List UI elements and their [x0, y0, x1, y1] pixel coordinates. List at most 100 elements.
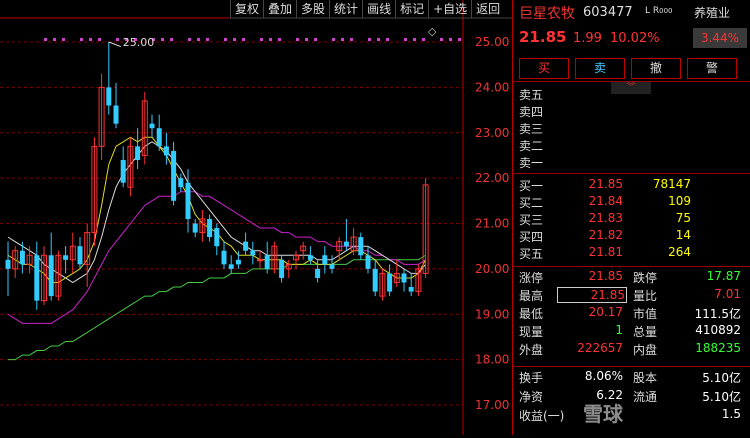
event-marker [386, 38, 389, 41]
candle-body [156, 128, 162, 147]
ask-row[interactable]: 卖二 [513, 137, 750, 154]
bid-price: 21.81 [588, 245, 623, 259]
fund-label: 股本 [633, 371, 658, 385]
ask-label: 卖三 [519, 122, 544, 136]
candle-body [264, 255, 270, 269]
event-marker [98, 38, 101, 41]
y-tick-label: 18.00 [475, 353, 509, 367]
toolbar-button[interactable]: 统计 [329, 0, 362, 18]
event-marker [44, 38, 47, 41]
event-marker [62, 38, 65, 41]
bid-row[interactable]: 买四 21.82 14 [513, 228, 750, 245]
ask-row[interactable]: 卖五 [513, 86, 750, 103]
event-marker [242, 38, 245, 41]
fund-label: 收益(一) [519, 409, 565, 423]
candle-body [343, 241, 349, 247]
stat-value: 111.5亿 [694, 307, 741, 321]
stat-value: 21.85 [588, 269, 623, 283]
bid-label: 买四 [519, 230, 544, 244]
candle-body [322, 255, 328, 265]
toolbar-button[interactable]: 画线 [362, 0, 395, 18]
stat-value: 20.17 [588, 305, 623, 319]
stat-row: 现量 1 总量 410892 [513, 323, 750, 341]
kline-chart[interactable]: 25.00 24.00 23.00 22.00 21.00 20.00 19.00 18.00… [0, 0, 512, 435]
event-marker [413, 38, 416, 41]
event-marker [296, 38, 299, 41]
candle-body [243, 241, 249, 251]
toolbar-button[interactable]: 标记 [395, 0, 428, 18]
kline-svg[interactable]: 25.00 24.00 23.00 22.00 21.00 20.00 19.00 18.00… [0, 0, 512, 435]
event-marker [404, 38, 407, 41]
y-tick-label: 22.00 [475, 171, 509, 185]
y-tick-label: 17.00 [475, 398, 509, 412]
bid-row[interactable]: 买五 21.81 264 [513, 245, 750, 262]
ask-row[interactable]: 卖三 [513, 120, 750, 137]
candle-body [228, 264, 234, 269]
y-tick-label: 23.00 [475, 126, 509, 140]
ask-row[interactable]: 卖四 [513, 103, 750, 120]
industry-change-badge[interactable]: 3.44% [693, 28, 747, 48]
event-marker [269, 38, 272, 41]
bid-label: 买二 [519, 196, 544, 210]
candle-body [401, 273, 407, 283]
toolbar-button[interactable]: +自选 [428, 0, 471, 18]
bid-volume: 78147 [652, 177, 691, 191]
cancel-order-button[interactable]: 撤 [631, 58, 681, 79]
industry-tag[interactable]: 养殖业 [694, 4, 730, 21]
stock-name[interactable]: 巨星农牧 [519, 3, 575, 23]
candle-body [106, 87, 112, 106]
stat-label: 跌停 [633, 271, 658, 285]
candle-body [185, 182, 191, 219]
fund-value: 5.10亿 [702, 371, 741, 385]
stat-value: 222657 [577, 341, 623, 355]
toolbar-button[interactable]: 返回 [471, 0, 504, 18]
bid-price: 21.83 [588, 211, 623, 225]
toolbar-button[interactable]: 复权 [230, 0, 263, 18]
buy-button[interactable]: 买 [519, 58, 569, 79]
stat-label: 最高 [519, 289, 544, 303]
stat-value: 17.87 [706, 269, 741, 283]
bid-price: 21.85 [588, 177, 623, 191]
event-marker [458, 38, 461, 41]
toolbar-button[interactable]: 叠加 [263, 0, 296, 18]
sell-button[interactable]: 卖 [575, 58, 625, 79]
stat-label: 外盘 [519, 343, 544, 357]
bid-row[interactable]: 买二 21.84 109 [513, 194, 750, 211]
price-change: 1.99 [573, 31, 602, 46]
stat-row: 最高 21.85 量比 7.01 [513, 287, 750, 305]
stat-row: 最低 20.17 市值 111.5亿 [513, 305, 750, 323]
stock-flags: L R000 [645, 6, 673, 16]
candle-body [257, 259, 263, 262]
event-marker [188, 38, 191, 41]
chart-toolbar: 复权 叠加 多股 统计 画线 标记 +自选 返回 [230, 0, 504, 18]
bid-price: 21.84 [588, 194, 623, 208]
bid-row[interactable]: 买一 21.85 78147 [513, 177, 750, 194]
candle-body [113, 105, 119, 124]
event-marker [341, 38, 344, 41]
alert-button[interactable]: 警 [687, 58, 737, 79]
bid-label: 买一 [519, 179, 544, 193]
bid-row[interactable]: 买三 21.83 75 [513, 211, 750, 228]
toolbar-button[interactable]: 多股 [296, 0, 329, 18]
event-marker [116, 38, 119, 41]
candle-body [120, 159, 126, 183]
y-tick-label: 19.00 [475, 307, 509, 321]
bid-label: 买三 [519, 213, 544, 227]
trade-buttons: 买 卖 撤 警 [519, 58, 737, 79]
candle-body [408, 287, 414, 292]
stat-value: 410892 [695, 323, 741, 337]
fund-value: 1.5 [721, 407, 741, 421]
ask-label: 卖一 [519, 156, 544, 170]
ask-row[interactable]: 卖一 [513, 154, 750, 171]
stat-label: 市值 [633, 307, 658, 321]
fund-label: 净资 [519, 390, 544, 404]
ma-line-white [7, 141, 426, 284]
divider [513, 266, 750, 267]
fundamental-row: 换手 8.06% 股本 5.10亿 [513, 369, 750, 387]
candle-body [63, 255, 69, 260]
candle-body [163, 146, 169, 156]
last-price: 21.85 [519, 28, 567, 46]
fund-value: 5.10亿 [702, 390, 741, 404]
candle-body [5, 259, 11, 269]
event-marker [197, 38, 200, 41]
